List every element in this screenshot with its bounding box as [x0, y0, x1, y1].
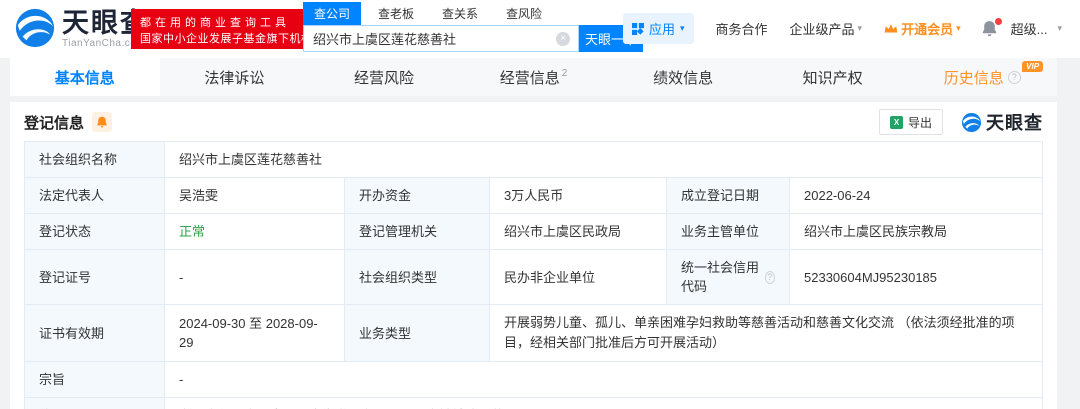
slogan-line2: 国家中小企业发展子基金旗下机构 — [140, 30, 313, 46]
nav-enterprise[interactable]: 企业级产品 ▾ — [790, 19, 863, 38]
value-reg-date: 2022-06-24 — [790, 178, 1043, 214]
value-supervisor: 绍兴市上虞区民族宗教局 — [790, 214, 1043, 250]
search-tab-company[interactable]: 查公司 — [303, 2, 361, 25]
value-capital: 3万人民币 — [490, 178, 667, 214]
excel-icon: X — [890, 116, 903, 129]
value-org-name: 绍兴市上虞区莲花慈善社 — [165, 142, 1043, 178]
grid-icon — [632, 23, 644, 35]
export-button[interactable]: X 导出 — [879, 109, 943, 135]
label-capital: 开办资金 — [345, 178, 490, 214]
tab-business-info-count: 2 — [562, 68, 568, 79]
top-header: 天眼查 TianYanCha.com 都在用的商业查询工具 国家中小企业发展子基… — [0, 0, 1080, 58]
label-credit-code: 统一社会信用代码 ? — [667, 250, 790, 305]
nav-cooperation[interactable]: 商务合作 — [716, 19, 768, 38]
help-icon[interactable]: ? — [765, 271, 775, 284]
label-credit-code-text: 统一社会信用代码 — [681, 258, 761, 296]
label-purpose: 宗旨 — [25, 362, 165, 398]
tab-history-info[interactable]: 历史信息 ? VIP — [907, 58, 1057, 96]
search-input-wrap: × — [303, 25, 579, 52]
value-validity: 2024-09-30 至 2028-09-29 — [165, 305, 345, 362]
nav-open-vip-label: 开通会员 — [901, 19, 953, 38]
value-org-type: 民办非企业单位 — [490, 250, 667, 305]
clear-icon[interactable]: × — [556, 32, 570, 46]
tab-legal-proceedings[interactable]: 法律诉讼 — [160, 58, 310, 96]
tab-operational-risk[interactable]: 经营风险 — [309, 58, 459, 96]
label-reg-date: 成立登记日期 — [667, 178, 790, 214]
slogan-line1: 都在用的商业查询工具 — [140, 14, 313, 30]
tab-history-info-label: 历史信息 — [944, 67, 1004, 88]
slogan-badge: 都在用的商业查询工具 国家中小企业发展子基金旗下机构 — [131, 9, 322, 49]
chevron-down-icon: ▾ — [680, 23, 685, 34]
search-tabs: 查公司 查老板 查关系 查风险 — [303, 3, 643, 25]
label-org-type: 社会组织类型 — [345, 250, 490, 305]
label-business-type: 业务类型 — [345, 305, 490, 362]
detail-tab-bar: 基本信息 法律诉讼 经营风险 经营信息 2 绩效信息 知识产权 历史信息 ? V… — [10, 58, 1057, 96]
help-icon[interactable]: ? — [1008, 71, 1021, 84]
search-input[interactable] — [304, 26, 578, 51]
value-address: 浙江省绍兴市上虞区百官街道城东工业园区高铁辅路百草寺 — [165, 398, 1043, 409]
tianyancha-logo-icon — [961, 112, 982, 133]
search-row: × 天眼一下 — [303, 25, 643, 52]
value-status: 正常 — [165, 214, 345, 250]
value-business-type: 开展弱势儿童、孤儿、单亲困难孕妇救助等慈善活动和慈善文化交流 （依法须经批准的项… — [490, 305, 1043, 362]
nav-username[interactable]: 超级... — [1011, 19, 1048, 38]
chevron-down-icon: ▾ — [858, 23, 863, 34]
brand-logo[interactable]: 天眼查 TianYanCha.com — [14, 7, 149, 49]
tab-basic-info[interactable]: 基本信息 — [10, 58, 160, 96]
registration-table: 社会组织名称 绍兴市上虞区莲花慈善社 法定代表人 吴浩雯 开办资金 3万人民币 … — [24, 141, 1043, 409]
nav-open-vip[interactable]: 开通会员 ▾ — [884, 19, 961, 38]
section-header: 登记信息 X 导出 天眼查 — [24, 108, 1043, 136]
crown-icon — [884, 23, 898, 35]
label-legal-rep: 法定代表人 — [25, 178, 165, 214]
tab-business-info-label: 经营信息 — [500, 67, 560, 88]
notification-bell[interactable] — [981, 20, 999, 38]
label-supervisor: 业务主管单位 — [667, 214, 790, 250]
chevron-down-icon[interactable]: ▾ — [1057, 23, 1062, 34]
search-tab-risk[interactable]: 查风险 — [495, 2, 553, 25]
watermark-logo: 天眼查 — [961, 109, 1043, 135]
label-cert-no: 登记证号 — [25, 250, 165, 305]
tab-business-info[interactable]: 经营信息 2 — [459, 58, 609, 96]
search-tab-relation[interactable]: 查关系 — [431, 2, 489, 25]
tianyancha-logo-icon — [14, 7, 56, 49]
nav-enterprise-label: 企业级产品 — [790, 19, 855, 38]
export-label: 导出 — [908, 114, 932, 131]
label-org-name: 社会组织名称 — [25, 142, 165, 178]
label-validity: 证书有效期 — [25, 305, 165, 362]
nav-apps-label: 应用 — [649, 19, 675, 38]
vip-badge: VIP — [1022, 61, 1043, 72]
value-authority: 绍兴市上虞区民政局 — [490, 214, 667, 250]
tab-intellectual-property[interactable]: 知识产权 — [758, 58, 908, 96]
value-credit-code: 52330604MJ95230185 — [790, 250, 1043, 305]
value-legal-rep: 吴浩雯 — [165, 178, 345, 214]
value-purpose: - — [165, 362, 1043, 398]
label-address: 住所 — [25, 398, 165, 409]
tab-performance-info[interactable]: 绩效信息 — [608, 58, 758, 96]
label-status: 登记状态 — [25, 214, 165, 250]
search-tab-boss[interactable]: 查老板 — [367, 2, 425, 25]
tianyancha-page: 天眼查 TianYanCha.com 都在用的商业查询工具 国家中小企业发展子基… — [0, 0, 1080, 409]
top-nav: 应用 ▾ 商务合作 企业级产品 ▾ 开通会员 ▾ 超级... ▾ — [623, 13, 1062, 44]
nav-apps-button[interactable]: 应用 ▾ — [623, 13, 694, 44]
value-cert-no: - — [165, 250, 345, 305]
search-box: 查公司 查老板 查关系 查风险 × 天眼一下 — [303, 3, 643, 52]
notification-dot — [995, 18, 1002, 25]
label-authority: 登记管理机关 — [345, 214, 490, 250]
watermark-text: 天眼查 — [986, 109, 1043, 135]
content-card: 登记信息 X 导出 天眼查 社会组织名称 绍兴市上虞区莲花慈善社 法定代表人 吴… — [10, 102, 1057, 409]
chevron-down-icon: ▾ — [956, 23, 961, 34]
section-title: 登记信息 — [24, 112, 84, 133]
subscribe-bell-button[interactable] — [92, 112, 112, 132]
bell-icon — [96, 116, 108, 128]
